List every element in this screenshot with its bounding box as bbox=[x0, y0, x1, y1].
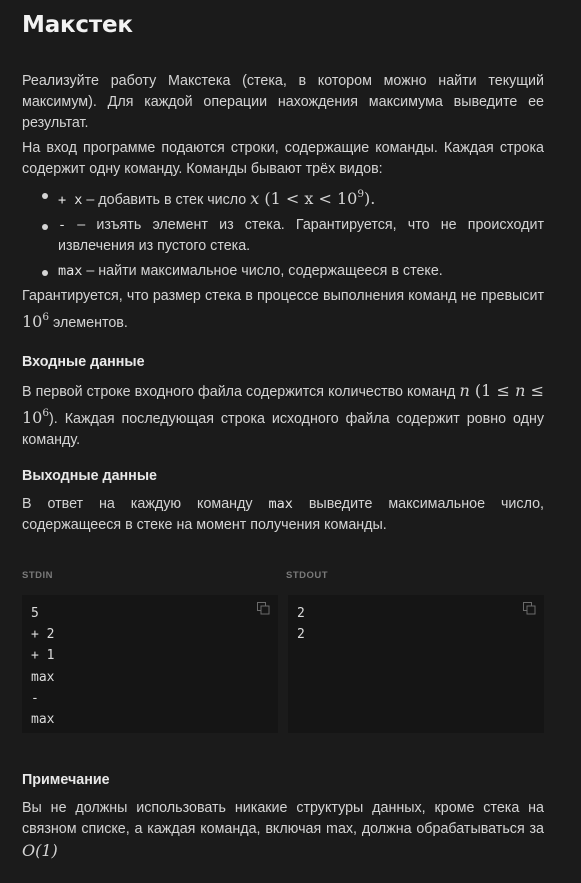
input-heading: Входные данные bbox=[22, 354, 145, 370]
stdout-line: 2 bbox=[297, 627, 305, 643]
command-code-push: + x bbox=[58, 192, 83, 208]
copy-icon[interactable] bbox=[257, 602, 270, 615]
stdin-line: 5 bbox=[31, 606, 39, 621]
stdout-line: 2 bbox=[297, 606, 305, 621]
math-var: x bbox=[250, 189, 260, 208]
math-complexity: O(1) bbox=[22, 841, 58, 860]
note-heading: Примечание bbox=[22, 772, 110, 788]
command-text: – изъять элемент из стека. Гарантируется… bbox=[58, 217, 544, 254]
stdout-label: STDOUT bbox=[286, 570, 329, 581]
stdout-box: 22 bbox=[288, 595, 544, 733]
output-paragraph: В ответ на каждую команду max выведите м… bbox=[22, 494, 544, 536]
note-text: Вы не должны использовать никакие структ… bbox=[22, 800, 544, 837]
stdout-content: 22 bbox=[297, 603, 544, 645]
input-description: На вход программе подаются строки, содер… bbox=[22, 140, 544, 177]
output-heading: Выходные данные bbox=[22, 468, 157, 484]
guarantee-text-end: элементов. bbox=[49, 315, 128, 331]
stdin-line: + 2 bbox=[31, 627, 55, 643]
math-range: (1 < x < 10 bbox=[259, 189, 358, 208]
stdin-line: max bbox=[31, 669, 55, 685]
output-text: В ответ на каждую команду bbox=[22, 496, 269, 512]
input-paragraph: В первой строке входного файла содержитс… bbox=[22, 380, 544, 451]
guarantee-paragraph: Гарантируется, что размер стека в процес… bbox=[22, 286, 544, 334]
problem-page: Макстек Реализуйте работу Макстека (стек… bbox=[0, 0, 581, 883]
stdin-content: 5 + 2 + 1 max - max bbox=[31, 603, 278, 730]
input-text-end: ). Каждая последующая строка исходного ф… bbox=[22, 411, 544, 448]
command-list: + x – добавить в стек число x (1 < x < 1… bbox=[22, 184, 544, 282]
list-item-max: max – найти максимальное число, содержащ… bbox=[22, 261, 544, 282]
math-var: n bbox=[459, 381, 470, 400]
input-text: В первой строке входного файла содержитс… bbox=[22, 384, 460, 400]
stdin-line: + 1 bbox=[31, 648, 55, 664]
intro-paragraph: Реализуйте работу Макстека (стека, в кот… bbox=[22, 73, 544, 131]
stdin-box: 5 + 2 + 1 max - max bbox=[22, 595, 278, 733]
math-exponent: 9 bbox=[357, 188, 364, 200]
guarantee-text: Гарантируется, что размер стека в процес… bbox=[22, 288, 544, 304]
command-code-pop: - bbox=[58, 217, 67, 233]
command-text: – найти максимальное число, содержащееся… bbox=[82, 263, 443, 279]
math-base: 10 bbox=[22, 312, 43, 331]
math-close: ). bbox=[364, 189, 376, 208]
list-item-push: + x – добавить в стек число x (1 < x < 1… bbox=[22, 184, 544, 211]
command-text: – добавить в стек число bbox=[82, 192, 251, 208]
stdin-label: STDIN bbox=[22, 570, 53, 581]
math-var: n bbox=[515, 381, 526, 400]
note-paragraph: Вы не должны использовать никакие структ… bbox=[22, 798, 544, 863]
copy-icon[interactable] bbox=[523, 602, 536, 615]
math-range: (1 ≤ bbox=[469, 381, 516, 400]
page-title: Макстек bbox=[22, 12, 133, 38]
command-code-max: max bbox=[58, 263, 83, 279]
output-code: max bbox=[268, 496, 293, 512]
stdin-line: max bbox=[31, 712, 55, 728]
list-item-pop: - – изъять элемент из стека. Гарантирует… bbox=[22, 215, 544, 257]
stdin-line: - bbox=[31, 690, 39, 706]
